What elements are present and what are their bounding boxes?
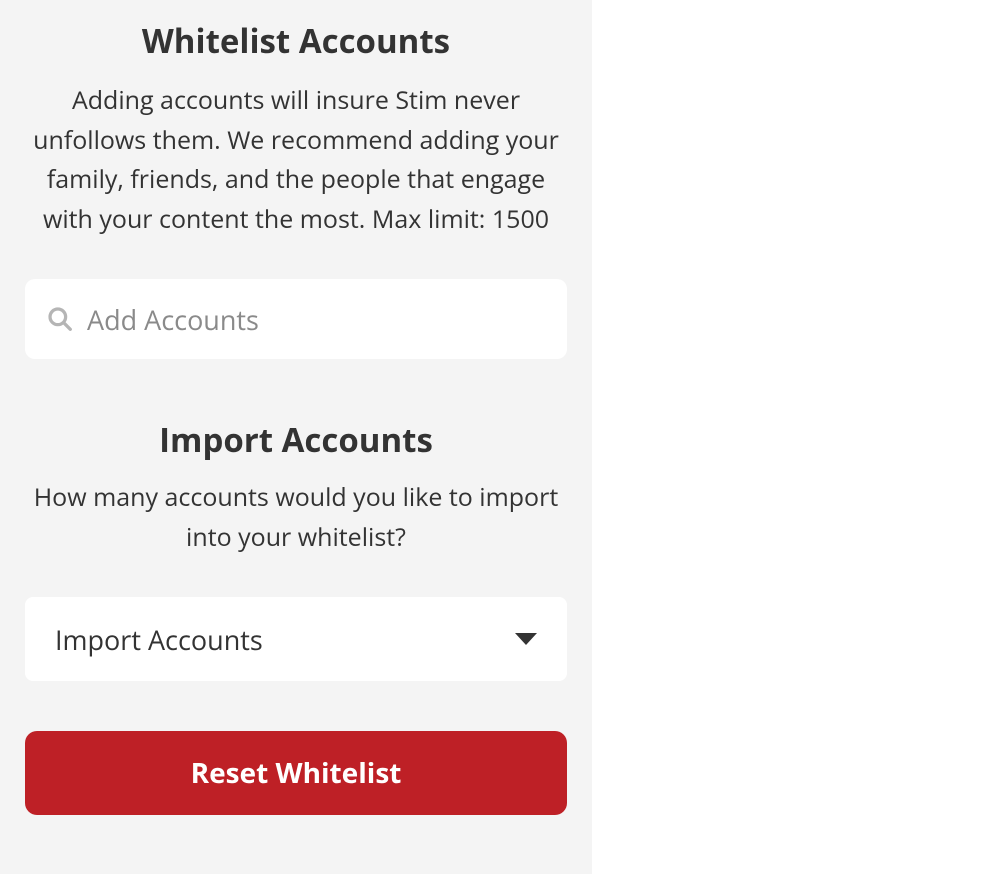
whitelist-section: Whitelist Accounts Adding accounts will … — [25, 0, 567, 359]
whitelist-description: Adding accounts will insure Stim never u… — [25, 81, 567, 239]
import-accounts-select[interactable]: Import Accounts — [25, 597, 567, 681]
chevron-down-icon — [515, 633, 537, 645]
import-select-value: Import Accounts — [55, 621, 263, 658]
whitelist-panel: Whitelist Accounts Adding accounts will … — [0, 0, 592, 874]
add-accounts-field[interactable] — [25, 279, 567, 359]
whitelist-title: Whitelist Accounts — [25, 0, 567, 81]
add-accounts-input[interactable] — [87, 301, 545, 338]
import-section: Import Accounts How many accounts would … — [25, 359, 567, 681]
import-title: Import Accounts — [25, 359, 567, 478]
empty-space — [592, 0, 1008, 874]
import-description: How many accounts would you like to impo… — [25, 478, 567, 557]
search-icon — [47, 306, 73, 332]
reset-whitelist-button[interactable]: Reset Whitelist — [25, 731, 567, 815]
